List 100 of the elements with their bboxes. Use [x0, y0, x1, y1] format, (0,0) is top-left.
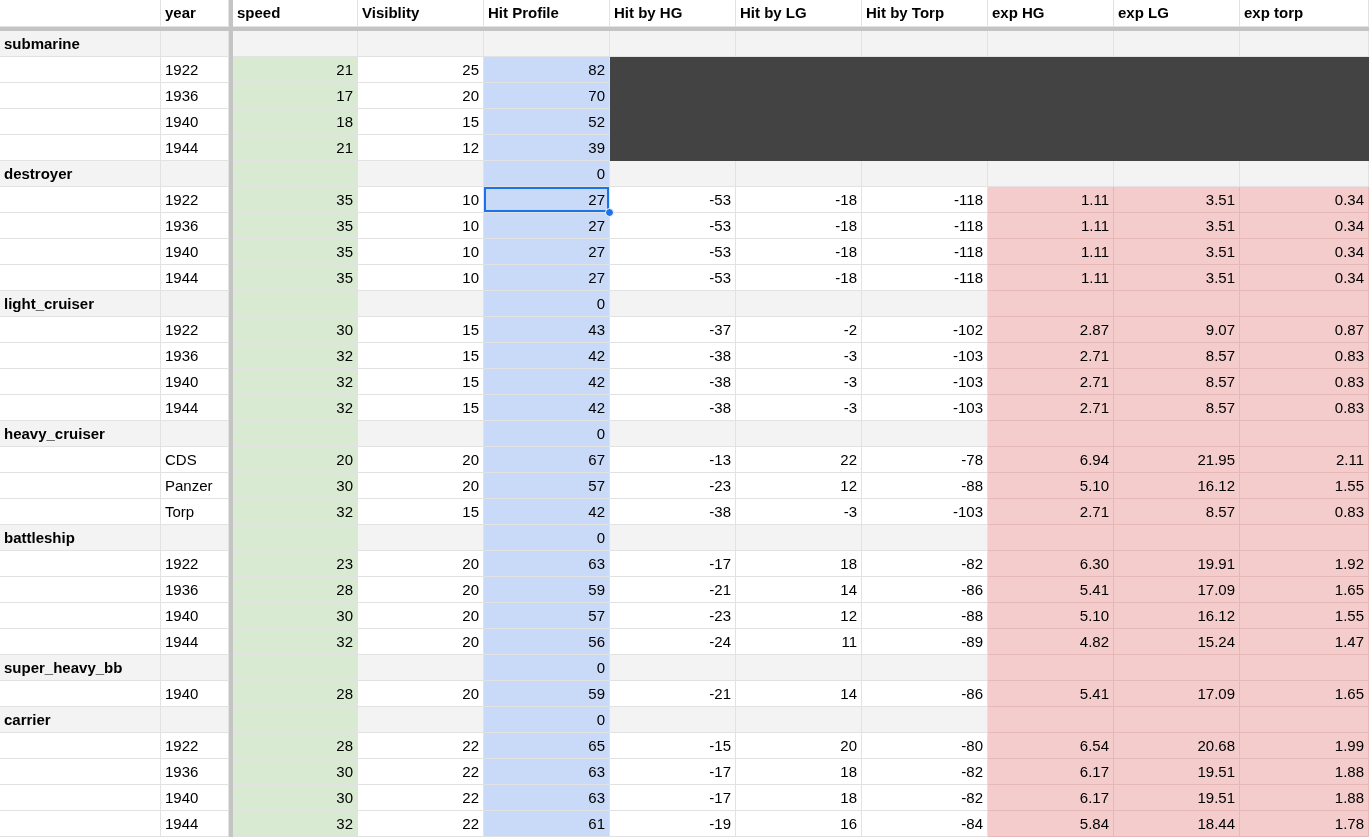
- table-cell: 17: [233, 83, 358, 109]
- table-cell: 32: [233, 395, 358, 421]
- table-cell: 0: [484, 161, 610, 187]
- table-cell: 6.17: [988, 759, 1114, 785]
- table-cell: 20: [233, 447, 358, 473]
- table-cell: 19.51: [1114, 759, 1240, 785]
- table-cell: -13: [610, 447, 736, 473]
- table-cell: -3: [736, 369, 862, 395]
- table-cell: -15: [610, 733, 736, 759]
- table-cell: 59: [484, 577, 610, 603]
- table-cell: 19.51: [1114, 785, 1240, 811]
- table-cell: 30: [233, 473, 358, 499]
- category-label: destroyer: [0, 161, 161, 187]
- table-cell: -18: [736, 213, 862, 239]
- table-cell: 20.68: [1114, 733, 1240, 759]
- table-cell: 82: [484, 57, 610, 83]
- table-cell: 2.71: [988, 499, 1114, 525]
- table-cell: 0.34: [1240, 239, 1369, 265]
- table-cell: -3: [736, 343, 862, 369]
- table-cell: 4.82: [988, 629, 1114, 655]
- table-cell: 39: [484, 135, 610, 161]
- table-cell: 8.57: [1114, 395, 1240, 421]
- category-label: carrier: [0, 707, 161, 733]
- table-cell: 32: [233, 811, 358, 837]
- table-cell: 30: [233, 603, 358, 629]
- table-cell: 2.11: [1240, 447, 1369, 473]
- table-cell: 0.87: [1240, 317, 1369, 343]
- table-cell: 5.41: [988, 577, 1114, 603]
- table-cell: 1.55: [1240, 603, 1369, 629]
- table-cell: 2.87: [988, 317, 1114, 343]
- table-cell: 20: [736, 733, 862, 759]
- table-cell: 6.54: [988, 733, 1114, 759]
- table-cell: 14: [736, 577, 862, 603]
- table-cell: 0.34: [1240, 213, 1369, 239]
- table-cell: 57: [484, 473, 610, 499]
- table-cell: 27: [484, 239, 610, 265]
- table-cell: 16.12: [1114, 603, 1240, 629]
- table-cell: 35: [233, 187, 358, 213]
- table-cell: -53: [610, 213, 736, 239]
- table-cell: 32: [233, 629, 358, 655]
- table-cell: 5.84: [988, 811, 1114, 837]
- table-cell: -2: [736, 317, 862, 343]
- table-cell: 0: [484, 707, 610, 733]
- table-cell: 42: [484, 499, 610, 525]
- table-cell: 1.65: [1240, 577, 1369, 603]
- table-cell: -18: [736, 187, 862, 213]
- table-cell: 0.83: [1240, 343, 1369, 369]
- table-cell: 1.78: [1240, 811, 1369, 837]
- table-cell: 18.44: [1114, 811, 1240, 837]
- table-cell: 0: [484, 655, 610, 681]
- table-cell: 35: [233, 213, 358, 239]
- table-cell: 59: [484, 681, 610, 707]
- table-cell: 15.24: [1114, 629, 1240, 655]
- table-cell: -53: [610, 239, 736, 265]
- table-cell: 42: [484, 343, 610, 369]
- table-cell: 0.83: [1240, 499, 1369, 525]
- table-cell: 18: [736, 785, 862, 811]
- table-cell: -17: [610, 759, 736, 785]
- table-cell: 1.65: [1240, 681, 1369, 707]
- table-cell: -38: [610, 343, 736, 369]
- table-cell: -23: [610, 473, 736, 499]
- table-cell: 23: [233, 551, 358, 577]
- table-cell: 0.83: [1240, 395, 1369, 421]
- table-cell: -21: [610, 577, 736, 603]
- table-cell: 12: [736, 473, 862, 499]
- table-cell: 6.94: [988, 447, 1114, 473]
- category-label: battleship: [0, 525, 161, 551]
- table-cell: 30: [233, 785, 358, 811]
- table-cell: -53: [610, 187, 736, 213]
- table-cell: 5.10: [988, 473, 1114, 499]
- table-cell: 1.99: [1240, 733, 1369, 759]
- table-cell: 67: [484, 447, 610, 473]
- table-cell: 1.47: [1240, 629, 1369, 655]
- table-cell: 30: [233, 759, 358, 785]
- table-cell: 0.83: [1240, 369, 1369, 395]
- table-cell: -18: [736, 239, 862, 265]
- table-cell: 57: [484, 603, 610, 629]
- table-cell: 16.12: [1114, 473, 1240, 499]
- table-cell: 1.11: [988, 239, 1114, 265]
- table-cell: 22: [736, 447, 862, 473]
- table-cell: 5.10: [988, 603, 1114, 629]
- table-cell: 63: [484, 759, 610, 785]
- table-cell: 18: [233, 109, 358, 135]
- table-cell: 3.51: [1114, 239, 1240, 265]
- table-cell: 21: [233, 135, 358, 161]
- table-cell: 32: [233, 499, 358, 525]
- table-cell: 8.57: [1114, 343, 1240, 369]
- table-cell: 0.34: [1240, 187, 1369, 213]
- table-cell: 1.11: [988, 187, 1114, 213]
- table-cell: 5.41: [988, 681, 1114, 707]
- table-cell: 0: [484, 291, 610, 317]
- table-cell: 17.09: [1114, 681, 1240, 707]
- table-cell: 61: [484, 811, 610, 837]
- category-label: heavy_cruiser: [0, 421, 161, 447]
- category-label: light_cruiser: [0, 291, 161, 317]
- table-cell: 3.51: [1114, 265, 1240, 291]
- table-cell: -37: [610, 317, 736, 343]
- table-cell: 8.57: [1114, 369, 1240, 395]
- table-cell: 52: [484, 109, 610, 135]
- table-cell: -23: [610, 603, 736, 629]
